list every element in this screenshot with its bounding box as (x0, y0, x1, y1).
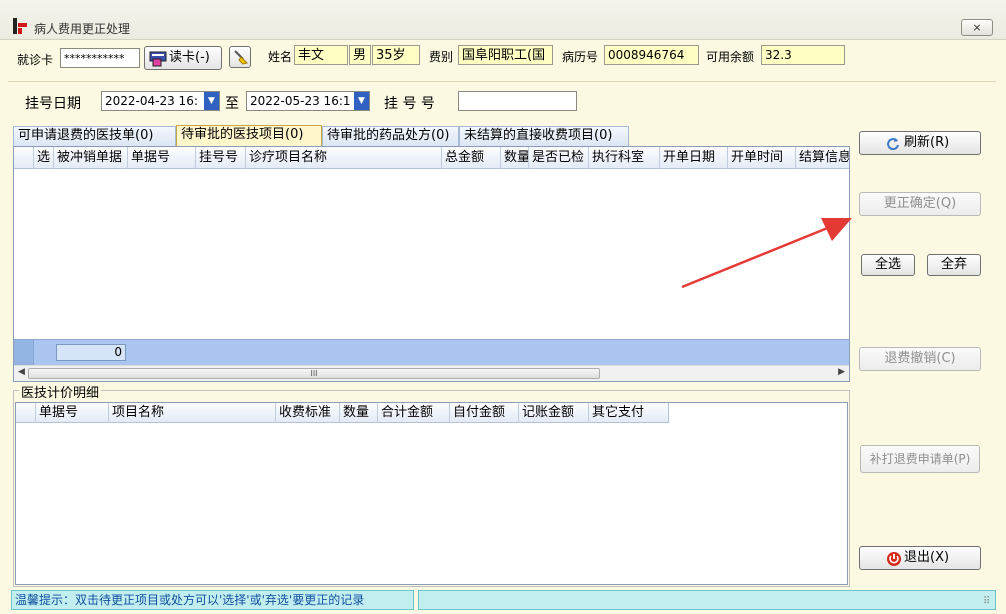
col-header[interactable]: 结算信息 (796, 147, 849, 169)
read-card-label: 读卡(-) (169, 50, 210, 65)
date-from-picker[interactable]: 2022-04-23 16: ▼ (101, 91, 220, 111)
app-icon (13, 18, 27, 34)
cancel-refund-button[interactable]: 退费撤销(C) (859, 347, 981, 371)
horizontal-scrollbar[interactable]: ◀ III ▶ (14, 365, 849, 381)
tab-refundable-tech[interactable]: 可申请退费的医技单(0) (13, 126, 176, 146)
col-header[interactable]: 开单日期 (660, 147, 728, 169)
footer-count: 0 (56, 344, 126, 361)
col-header[interactable]: 执行科室 (589, 147, 660, 169)
name-label: 姓名 (268, 50, 293, 64)
detail-grid-header: 单据号 项目名称 收费标准 数量 合计金额 自付金额 记账金额 其它支付 (16, 403, 669, 423)
tab-unsettled-items[interactable]: 未结算的直接收费项目(0) (459, 126, 629, 146)
refresh-button[interactable]: 刷新(R) (859, 131, 981, 155)
col-header[interactable]: 诊疗项目名称 (246, 147, 442, 169)
col-header[interactable]: 合计金额 (378, 403, 450, 423)
clear-button[interactable] (229, 46, 251, 68)
col-header[interactable]: 被冲销单据 (54, 147, 128, 169)
col-header[interactable]: 挂号号 (196, 147, 246, 169)
resize-grip-icon[interactable]: ⠿ (983, 596, 990, 607)
dropdown-arrow-icon[interactable]: ▼ (354, 92, 369, 110)
scroll-left-icon[interactable]: ◀ (18, 367, 25, 377)
col-header[interactable]: 开单时间 (728, 147, 796, 169)
discard-all-button[interactable]: 全弃 (927, 254, 981, 276)
exit-button[interactable]: 退出(X) (859, 546, 981, 570)
tab-pending-tech[interactable]: 待审批的医技项目(0) (176, 125, 322, 146)
status-panel (418, 590, 996, 610)
refresh-icon (887, 138, 899, 151)
balance-label: 可用余额 (706, 50, 755, 64)
tab-pending-drug[interactable]: 待审批的药品处方(0) (322, 126, 459, 146)
date-to-picker[interactable]: 2022-05-23 16:1 ▼ (246, 91, 370, 111)
reg-no-input[interactable] (458, 91, 577, 111)
broom-icon (234, 50, 248, 65)
record-no-field: 0008946764 (604, 45, 699, 65)
grid-header: 选 被冲销单据 单据号 挂号号 诊疗项目名称 总金额 数量 是否已检 执行科室 … (14, 147, 849, 169)
col-header[interactable]: 收费标准 (276, 403, 340, 423)
to-label: 至 (225, 96, 239, 112)
balance-field: 32.3 (761, 45, 845, 65)
separator (8, 81, 996, 82)
col-header[interactable]: 选 (34, 147, 54, 169)
status-bar: 温馨提示：双击待更正项目或处方可以'选择'或'弃选'要更正的记录 (11, 590, 996, 610)
fee-type-label: 费别 (429, 50, 454, 64)
gender-field: 男 (349, 45, 371, 65)
date-to-value: 2022-05-23 16:1 (250, 94, 351, 108)
row-selector-header (16, 403, 36, 423)
exit-label: 退出(X) (904, 550, 950, 565)
col-header[interactable]: 记账金额 (519, 403, 589, 423)
reg-no-label: 挂 号 号 (384, 96, 435, 112)
detail-group-title: 医技计价明细 (19, 382, 102, 401)
date-from-value: 2022-04-23 16: (105, 94, 198, 108)
detail-grid[interactable]: 单据号 项目名称 收费标准 数量 合计金额 自付金额 记账金额 其它支付 (15, 402, 848, 585)
refresh-label: 刷新(R) (904, 135, 950, 150)
title-bar: 病人费用更正处理 ⨯ (0, 0, 1006, 40)
row-selector-header (14, 147, 34, 169)
scroll-right-icon[interactable]: ▶ (838, 367, 845, 377)
annotation-arrow (681, 218, 852, 289)
grid-footer: 0 (14, 339, 849, 365)
col-header[interactable]: 自付金额 (450, 403, 519, 423)
card-reader-icon (149, 51, 167, 67)
read-card-button[interactable]: 读卡(-) (144, 46, 222, 70)
col-header[interactable]: 单据号 (36, 403, 109, 423)
col-header[interactable]: 数量 (501, 147, 529, 169)
window-title: 病人费用更正处理 (34, 22, 131, 36)
col-header[interactable]: 项目名称 (109, 403, 276, 423)
register-date-label: 挂号日期 (25, 96, 81, 112)
status-hint: 温馨提示：双击待更正项目或处方可以'选择'或'弃选'要更正的记录 (11, 590, 414, 610)
confirm-correction-button[interactable]: 更正确定(Q) (859, 192, 981, 216)
age-field: 35岁 (372, 45, 420, 65)
fee-type-field: 国阜阳职工(国 (458, 45, 553, 65)
card-number-field[interactable]: *********** (60, 48, 140, 68)
tab-strip: 可申请退费的医技单(0) 待审批的医技项目(0) 待审批的药品处方(0) 未结算… (13, 125, 850, 146)
col-header[interactable]: 是否已检 (529, 147, 589, 169)
name-field: 丰文 (294, 45, 348, 65)
record-no-label: 病历号 (562, 50, 599, 64)
scrollbar-thumb[interactable]: III (28, 368, 600, 379)
card-label: 就诊卡 (17, 53, 54, 67)
dropdown-arrow-icon[interactable]: ▼ (204, 92, 219, 110)
col-header[interactable]: 其它支付 (589, 403, 668, 423)
close-button[interactable]: ⨯ (961, 19, 993, 36)
reprint-refund-button[interactable]: 补打退费申请单(P) (860, 445, 980, 473)
col-header[interactable]: 数量 (340, 403, 378, 423)
col-header[interactable]: 总金额 (442, 147, 501, 169)
power-icon (887, 552, 901, 566)
select-all-button[interactable]: 全选 (861, 254, 915, 276)
col-header[interactable]: 单据号 (128, 147, 196, 169)
